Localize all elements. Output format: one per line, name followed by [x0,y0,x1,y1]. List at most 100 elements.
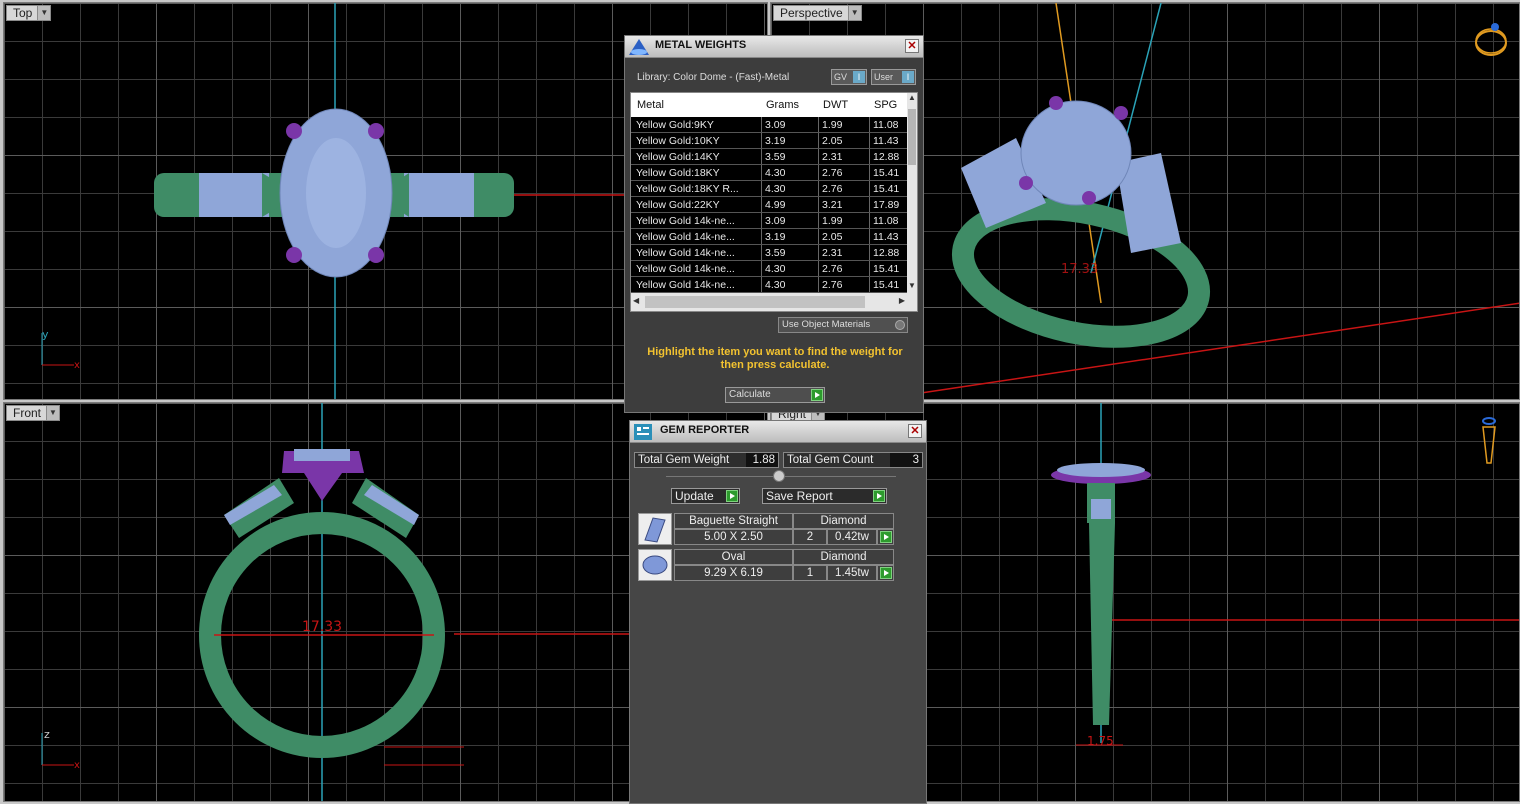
chevron-down-icon[interactable]: ▼ [46,406,60,420]
view-cube-pendant-icon[interactable] [1479,415,1499,467]
play-icon [726,490,738,502]
oval-gem-icon [638,549,672,581]
table-cell: Yellow Gold:9KY [636,119,714,131]
table-row[interactable]: Yellow Gold:10KY 3.19 2.05 11.43 [631,133,909,149]
calculate-button[interactable]: Calculate [725,387,825,403]
gem-size: 9.29 X 6.19 [674,565,793,581]
gem-row[interactable]: Oval Diamond 9.29 X 6.19 1 1.45tw [638,549,894,581]
play-icon [811,389,823,401]
column-header-metal[interactable]: Metal [637,99,664,111]
play-icon [880,531,892,543]
total-gem-weight-value: 1.88 [746,453,778,467]
chevron-left-icon[interactable]: ◀ [633,296,639,305]
panel-title: GEM REPORTER [660,424,750,436]
panel-title: METAL WEIGHTS [655,39,747,51]
table-cell: 12.88 [873,151,900,163]
table-row[interactable]: Yellow Gold 14k-ne... 3.59 2.31 12.88 [631,245,909,261]
gem-count: 1 [793,565,827,581]
table-cell: Yellow Gold:18KY [636,167,720,179]
table-cell: 4.30 [765,263,786,275]
metal-weights-icon [629,39,649,55]
table-cell: Yellow Gold:18KY R... [636,183,739,195]
table-cell: Yellow Gold 14k-ne... [636,231,735,243]
horizontal-scrollbar[interactable]: ◀ ▶ [631,293,917,311]
gem-reporter-panel: GEM REPORTER ✕ Total Gem Weight 1.88 Tot… [629,420,927,804]
table-cell: 3.19 [765,231,786,243]
gv-toggle[interactable]: GV I [831,69,867,85]
vertical-scrollbar[interactable]: ▲ ▼ [907,93,917,293]
table-cell: 2.05 [822,135,843,147]
total-gem-count-value: 3 [890,453,922,467]
viewport-label-top[interactable]: Top ▼ [6,5,52,21]
table-row[interactable]: Yellow Gold:14KY 3.59 2.31 12.88 [631,149,909,165]
table-cell: 2.05 [822,231,843,243]
svg-text:17.33: 17.33 [1061,262,1098,277]
gem-reporter-title-bar[interactable]: GEM REPORTER ✕ [630,421,926,443]
total-gem-count-field: Total Gem Count 3 [783,452,923,468]
table-row[interactable]: Yellow Gold:18KY R... 4.30 2.76 15.41 [631,181,909,197]
chevron-down-icon[interactable]: ▼ [37,6,51,20]
column-header-spg[interactable]: SPG [874,99,897,111]
gem-weight: 1.45tw [827,565,877,581]
metal-weights-title-bar[interactable]: METAL WEIGHTS ✕ [625,36,923,58]
update-button[interactable]: Update [671,488,740,504]
table-cell: 3.59 [765,151,786,163]
table-cell: 11.43 [873,231,899,243]
gem-row[interactable]: Baguette Straight Diamond 5.00 X 2.50 2 … [638,513,894,545]
chevron-right-icon[interactable]: ▶ [899,296,905,305]
table-cell: 3.21 [822,199,843,211]
band-width-dimension: 1.75 [1087,734,1114,748]
table-cell: 15.41 [873,279,900,291]
splitter-handle[interactable] [773,470,785,482]
view-cube-ring-icon[interactable] [1471,21,1511,61]
table-row[interactable]: Yellow Gold:22KY 4.99 3.21 17.89 [631,197,909,213]
close-icon[interactable]: ✕ [905,39,919,53]
table-cell: 15.41 [873,167,900,179]
gem-shape: Baguette Straight [674,513,793,529]
close-icon[interactable]: ✕ [908,424,922,438]
table-cell: 11.08 [873,215,899,227]
table-cell: Yellow Gold:14KY [636,151,720,163]
viewport-label-front[interactable]: Front ▼ [6,405,61,421]
table-row[interactable]: Yellow Gold:18KY 4.30 2.76 15.41 [631,165,909,181]
chevron-up-icon[interactable]: ▲ [907,93,917,105]
play-icon [873,490,885,502]
play-icon [880,567,892,579]
metal-weights-rows: Yellow Gold:9KY 3.09 1.99 11.08 Yellow Gold:… [631,117,909,293]
table-cell: Yellow Gold:22KY [636,199,720,211]
table-cell: 2.76 [822,263,843,275]
z-axis-label: z [44,728,50,741]
radio-icon[interactable] [895,320,905,330]
column-header-dwt[interactable]: DWT [823,99,848,111]
user-toggle[interactable]: User I [871,69,916,85]
gem-shape: Oval [674,549,793,565]
save-report-button[interactable]: Save Report [762,488,887,504]
ring-size-dimension: 17.33 [302,619,342,635]
table-cell: 1.99 [822,215,843,227]
table-cell: 3.59 [765,247,786,259]
viewport-label-perspective[interactable]: Perspective ▼ [773,5,862,21]
table-cell: 12.88 [873,247,900,259]
table-cell: Yellow Gold 14k-ne... [636,279,735,291]
table-cell: 15.41 [873,263,900,275]
chevron-down-icon[interactable]: ▼ [847,6,861,20]
table-cell: 2.76 [822,183,843,195]
baguette-gem-icon [638,513,672,545]
gem-go-button[interactable] [877,529,894,545]
table-cell: 3.19 [765,135,786,147]
table-row[interactable]: Yellow Gold 14k-ne... 3.09 1.99 11.08 [631,213,909,229]
x-axis-label: x [74,360,80,371]
column-header-grams[interactable]: Grams [766,99,799,111]
table-row[interactable]: Yellow Gold 14k-ne... 4.30 2.76 15.41 [631,261,909,277]
table-row[interactable]: Yellow Gold 14k-ne... 4.30 2.76 15.41 [631,277,909,293]
table-cell: 1.99 [822,119,843,131]
table-cell: 11.08 [873,119,899,131]
table-row[interactable]: Yellow Gold:9KY 3.09 1.99 11.08 [631,117,909,133]
table-cell: 4.30 [765,279,786,291]
use-object-materials-option[interactable]: Use Object Materials [778,317,908,333]
metal-weights-table[interactable]: Metal Grams DWT SPG Yellow Gold:9KY 3.09 1… [630,92,918,312]
table-cell: Yellow Gold 14k-ne... [636,263,735,275]
table-row[interactable]: Yellow Gold 14k-ne... 3.19 2.05 11.43 [631,229,909,245]
chevron-down-icon[interactable]: ▼ [907,281,917,293]
gem-go-button[interactable] [877,565,894,581]
